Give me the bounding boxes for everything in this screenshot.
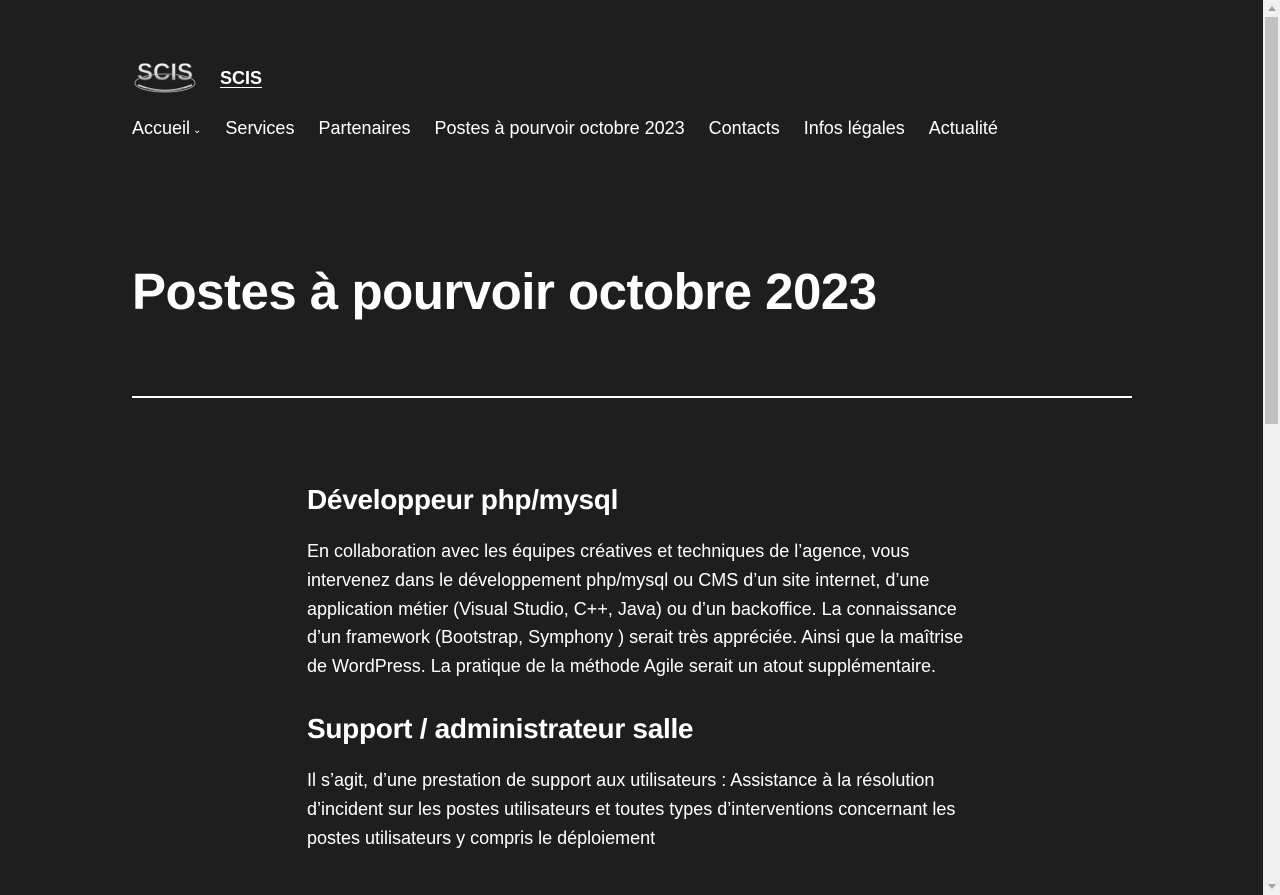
nav-item-label: Infos légales: [803, 118, 905, 138]
nav-item-partenaires[interactable]: Partenaires: [318, 118, 410, 139]
nav-item-label: Actualité: [928, 118, 998, 138]
title-separator: [132, 396, 1132, 398]
primary-navigation: Accueil ⌄ Services Partenaires Postes à …: [132, 118, 1022, 139]
page-content: Développeur php/mysql En collaboration a…: [307, 478, 967, 878]
site-branding: SCIS SCIS: [132, 58, 262, 94]
site-title-link[interactable]: SCIS: [220, 68, 262, 89]
job-description: En collaboration avec les équipes créati…: [307, 541, 964, 677]
site-logo[interactable]: SCIS: [132, 58, 198, 94]
job-title: Support / administrateur salle: [307, 712, 694, 744]
job-description: Il s’agit, d’une prestation de support a…: [307, 769, 956, 848]
page-title: Postes à pourvoir octobre 2023: [132, 263, 877, 320]
page: SCIS SCIS Accueil ⌄ Services Partenaires…: [0, 0, 1263, 895]
nav-item-label: Accueil: [132, 118, 191, 138]
nav-item-accueil[interactable]: Accueil ⌄: [132, 118, 201, 139]
nav-item-infos-legales[interactable]: Infos légales: [804, 118, 905, 139]
nav-item-label: Contacts: [708, 118, 780, 138]
nav-item-services[interactable]: Services: [225, 118, 294, 139]
nav-item-label: Services: [225, 118, 295, 138]
job-title: Développeur php/mysql: [307, 484, 619, 515]
chevron-down-icon[interactable]: ⌄: [193, 125, 201, 136]
nav-item-postes[interactable]: Postes à pourvoir octobre 2023: [435, 118, 685, 139]
scroll-down-arrow-icon[interactable]: [1263, 878, 1280, 895]
svg-text:SCIS: SCIS: [137, 59, 193, 86]
nav-item-label: Partenaires: [318, 118, 411, 138]
scroll-up-arrow-icon[interactable]: [1263, 0, 1280, 17]
vertical-scrollbar[interactable]: [1263, 0, 1280, 895]
nav-item-label: Postes à pourvoir octobre 2023: [434, 118, 685, 138]
scrollbar-thumb[interactable]: [1265, 17, 1278, 424]
nav-item-actualite[interactable]: Actualité: [929, 118, 998, 139]
nav-item-contacts[interactable]: Contacts: [709, 118, 780, 139]
